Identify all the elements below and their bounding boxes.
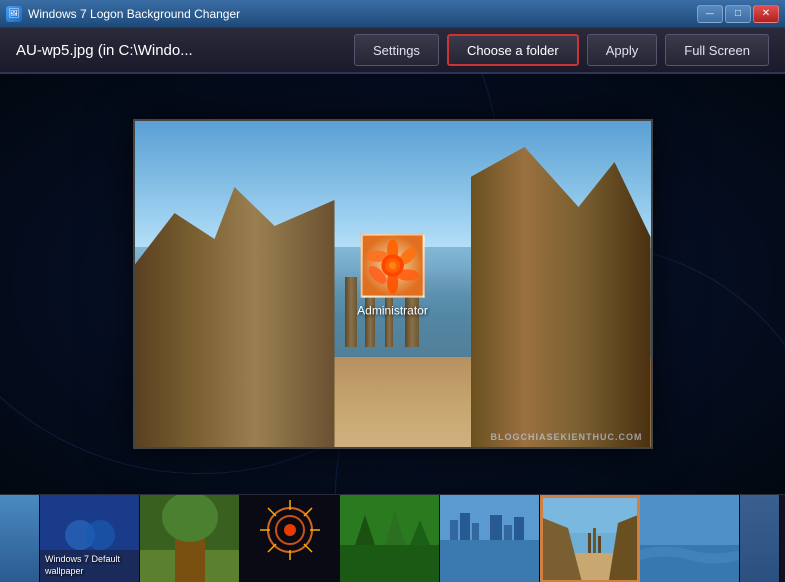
preview-window: Administrator BLOGCHIASEKIENTHUC.COM <box>133 119 653 449</box>
thumb-partial-right[interactable] <box>740 495 780 582</box>
window-title: Windows 7 Logon Background Changer <box>28 7 691 21</box>
thumb-7-preview <box>640 495 740 582</box>
app-icon: 🖼 <box>6 6 22 22</box>
preview-background: Administrator BLOGCHIASEKIENTHUC.COM <box>135 121 651 447</box>
stone-1 <box>345 277 357 347</box>
thumbnail-4[interactable] <box>340 495 440 582</box>
thumbnail-6[interactable] <box>540 495 640 582</box>
thumbnail-7[interactable] <box>640 495 740 582</box>
user-name-label: Administrator <box>357 304 428 318</box>
rock-left-decoration <box>135 187 335 447</box>
watermark: BLOGCHIASEKIENTHUC.COM <box>491 432 643 442</box>
close-button[interactable]: ✕ <box>753 5 779 23</box>
current-file-label: AU-wp5.jpg (in C:\Windo... <box>16 42 346 59</box>
fullscreen-button[interactable]: Full Screen <box>665 34 769 66</box>
flower-icon <box>363 234 423 298</box>
thumb-4-preview <box>340 495 440 582</box>
thumb-partial-left[interactable] <box>0 495 40 582</box>
thumb-6-preview <box>543 498 640 582</box>
settings-button[interactable]: Settings <box>354 34 439 66</box>
maximize-button[interactable]: □ <box>725 5 751 23</box>
thumbnail-1[interactable]: Windows 7 Default wallpaper <box>40 495 140 582</box>
thumb-5-preview <box>440 495 540 582</box>
thumb-3-preview <box>240 495 340 582</box>
title-bar: 🖼 Windows 7 Logon Background Changer — □… <box>0 0 785 28</box>
window-controls: — □ ✕ <box>697 5 779 23</box>
toolbar: AU-wp5.jpg (in C:\Windo... Settings Choo… <box>0 28 785 74</box>
thumbnail-strip: Windows 7 Default wallpaper <box>0 494 785 582</box>
main-preview-area: Administrator BLOGCHIASEKIENTHUC.COM <box>0 74 785 494</box>
minimize-button[interactable]: — <box>697 5 723 23</box>
thumbnail-2[interactable] <box>140 495 240 582</box>
apply-button[interactable]: Apply <box>587 34 658 66</box>
choose-folder-button[interactable]: Choose a folder <box>447 34 579 66</box>
user-avatar <box>361 234 425 298</box>
thumb-1-label: Windows 7 Default wallpaper <box>45 554 134 577</box>
thumbnail-3[interactable] <box>240 495 340 582</box>
thumbnail-5[interactable] <box>440 495 540 582</box>
user-login-box: Administrator <box>357 234 428 318</box>
thumb-2-preview <box>140 495 240 582</box>
rock-right-decoration <box>471 147 651 447</box>
